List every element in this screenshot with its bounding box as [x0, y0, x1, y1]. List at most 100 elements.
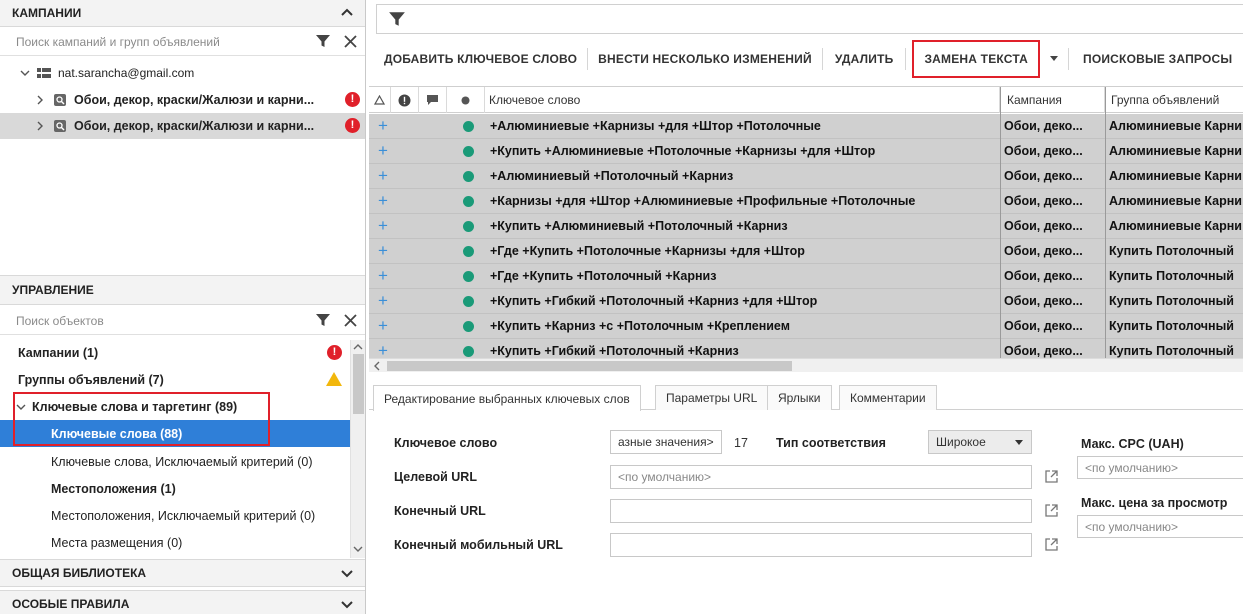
scroll-up-icon[interactable] [353, 343, 363, 351]
campaign-search-tools [315, 33, 358, 49]
tab-url-params[interactable]: Параметры URL [655, 385, 769, 410]
add-keyword-button[interactable]: ДОБАВИТЬ КЛЮЧЕВОЕ СЛОВО [370, 42, 587, 76]
multi-edit-button[interactable]: ВНЕСТИ НЕСКОЛЬКО ИЗМЕНЕНИЙ [588, 42, 822, 76]
tab-labels[interactable]: Ярлыки [767, 385, 832, 410]
col-campaign[interactable]: Кампания [1000, 87, 1105, 113]
col-errors[interactable] [391, 87, 419, 113]
grid-filter-bar[interactable] [376, 4, 1243, 34]
tab-edit-keywords[interactable]: Редактирование выбранных ключевых слов [373, 385, 641, 411]
chevron-down-icon[interactable] [20, 68, 30, 78]
mgmt-item-keywords[interactable]: Ключевые слова (88) [0, 420, 350, 447]
ad-group-cell: Купить Потолочный [1109, 294, 1234, 308]
column-divider[interactable] [1105, 87, 1106, 372]
chevron-down-icon[interactable] [340, 597, 354, 611]
expand-plus-icon[interactable]: + [374, 114, 392, 138]
table-row[interactable]: + +Алюминиевые +Карнизы +для +Штор +Потол… [369, 114, 1243, 139]
campaign-search-type-icon [54, 120, 66, 132]
status-dot-icon [461, 96, 470, 104]
mgmt-item-negative-locations[interactable]: Местоположения, Исключаемый критерий (0) [0, 502, 350, 529]
target-url-input[interactable]: <по умолчанию> [610, 465, 1032, 489]
table-row[interactable]: + +Где +Купить +Потолочные +Карнизы +для … [369, 239, 1243, 264]
expand-plus-icon[interactable]: + [374, 189, 392, 213]
management-header[interactable]: УПРАВЛЕНИЕ [0, 275, 365, 305]
campaign-item-label: Обои, декор, краски/Жалюзи и карни... [74, 93, 315, 107]
expand-plus-icon[interactable]: + [374, 264, 392, 288]
campaign-item[interactable]: Обои, декор, краски/Жалюзи и карни... ! [0, 87, 365, 113]
final-mobile-url-label: Конечный мобильный URL [394, 538, 563, 552]
table-row[interactable]: + +Алюминиевый +Потолочный +Карниз Обои, д… [369, 164, 1243, 189]
chevron-up-icon[interactable] [340, 6, 354, 20]
keyword-cell: +Купить +Карниз +с +Потолочным +Креплени… [490, 319, 790, 333]
filter-icon[interactable] [388, 10, 406, 28]
mgmt-item-keywords-targeting[interactable]: Ключевые слова и таргетинг (89) [0, 393, 350, 420]
table-row[interactable]: + +Купить +Карниз +с +Потолочным +Креплен… [369, 314, 1243, 339]
match-type-select[interactable]: Широкое [928, 430, 1032, 454]
tab-comments[interactable]: Комментарии [839, 385, 937, 410]
table-row[interactable]: + +Купить +Алюминиевый +Потолочный +Карни… [369, 214, 1243, 239]
table-row[interactable]: + +Где +Купить +Потолочный +Карниз Обои, д… [369, 264, 1243, 289]
scrollbar-thumb[interactable] [387, 361, 792, 371]
scroll-left-icon[interactable] [373, 361, 381, 371]
grid-horizontal-scrollbar[interactable] [369, 358, 1243, 372]
expand-plus-icon[interactable]: + [374, 164, 392, 188]
column-divider[interactable] [1000, 87, 1001, 372]
col-keyword[interactable]: Ключевое слово [485, 87, 1000, 113]
scrollbar-thumb[interactable] [353, 354, 364, 414]
filter-icon[interactable] [315, 33, 331, 49]
expand-plus-icon[interactable]: + [374, 214, 392, 238]
rules-header[interactable]: ОСОБЫЕ ПРАВИЛА [0, 590, 365, 614]
close-icon[interactable] [343, 34, 358, 49]
max-cpc-input[interactable]: <по умолчанию> [1077, 456, 1243, 479]
campaign-cell: Обои, деко... [1004, 294, 1083, 308]
table-row[interactable]: + +Купить +Алюминиевые +Потолочные +Карни… [369, 139, 1243, 164]
keyword-cell: +Купить +Алюминиевые +Потолочные +Карниз… [490, 144, 876, 158]
external-link-icon[interactable] [1045, 538, 1058, 551]
final-url-input[interactable] [610, 499, 1032, 523]
mgmt-item-label: Места размещения (0) [51, 535, 183, 550]
col-sort[interactable] [369, 87, 391, 113]
keywords-grid: Ключевое слово Кампания Группа объявлени… [369, 86, 1243, 372]
table-row[interactable]: + +Купить +Гибкий +Потолочный +Карниз +дл… [369, 289, 1243, 314]
mgmt-item-locations[interactable]: Местоположения (1) [0, 475, 350, 502]
campaign-search-input[interactable]: Поиск кампаний и групп объявлений [0, 28, 365, 56]
campaign-item-label: Обои, декор, краски/Жалюзи и карни... [74, 119, 315, 133]
keyword-input[interactable]: азные значения> [610, 430, 722, 454]
expand-plus-icon[interactable]: + [374, 239, 392, 263]
expand-plus-icon[interactable]: + [374, 289, 392, 313]
replace-text-button[interactable]: ЗАМЕНА ТЕКСТА [912, 40, 1040, 78]
mgmt-item-ad-groups[interactable]: Группы объявлений (7) [0, 366, 350, 393]
mgmt-item-campaigns[interactable]: Кампании (1) ! [0, 339, 350, 366]
error-badge-icon: ! [327, 345, 342, 360]
chevron-right-icon[interactable] [36, 95, 44, 105]
replace-text-dropdown[interactable] [1040, 42, 1068, 76]
col-comments[interactable] [419, 87, 447, 113]
scroll-down-icon[interactable] [353, 545, 363, 553]
object-search-placeholder: Поиск объектов [16, 313, 104, 328]
mgmt-item-negative-keywords[interactable]: Ключевые слова, Исключаемый критерий (0) [0, 448, 350, 475]
search-queries-button[interactable]: ПОИСКОВЫЕ ЗАПРОСЫ [1069, 42, 1242, 76]
col-status[interactable] [447, 87, 485, 113]
close-icon[interactable] [343, 313, 358, 328]
mgmt-item-placements[interactable]: Места размещения (0) [0, 529, 350, 556]
status-dot-icon [463, 189, 475, 213]
expand-plus-icon[interactable]: + [374, 139, 392, 163]
expand-plus-icon[interactable]: + [374, 314, 392, 338]
chevron-down-icon[interactable] [340, 566, 354, 580]
chevron-down-icon[interactable] [16, 402, 26, 412]
max-cpv-input[interactable]: <по умолчанию> [1077, 515, 1243, 538]
target-url-label: Целевой URL [394, 470, 477, 484]
library-header[interactable]: ОБЩАЯ БИБЛИОТЕКА [0, 559, 365, 587]
campaign-item-selected[interactable]: Обои, декор, краски/Жалюзи и карни... ! [0, 113, 365, 139]
external-link-icon[interactable] [1045, 504, 1058, 517]
object-search-input[interactable]: Поиск объектов [0, 307, 365, 335]
external-link-icon[interactable] [1045, 470, 1058, 483]
filter-icon[interactable] [315, 312, 331, 328]
col-ad-group[interactable]: Группа объявлений [1105, 87, 1243, 113]
campaigns-header[interactable]: КАМПАНИИ [0, 0, 365, 27]
delete-button[interactable]: УДАЛИТЬ [823, 42, 906, 76]
management-scrollbar[interactable] [350, 340, 365, 558]
chevron-right-icon[interactable] [36, 121, 44, 131]
table-row[interactable]: + +Карнизы +для +Штор +Алюминиевые +Профи… [369, 189, 1243, 214]
account-node[interactable]: nat.sarancha@gmail.com [0, 60, 365, 86]
final-mobile-url-input[interactable] [610, 533, 1032, 557]
